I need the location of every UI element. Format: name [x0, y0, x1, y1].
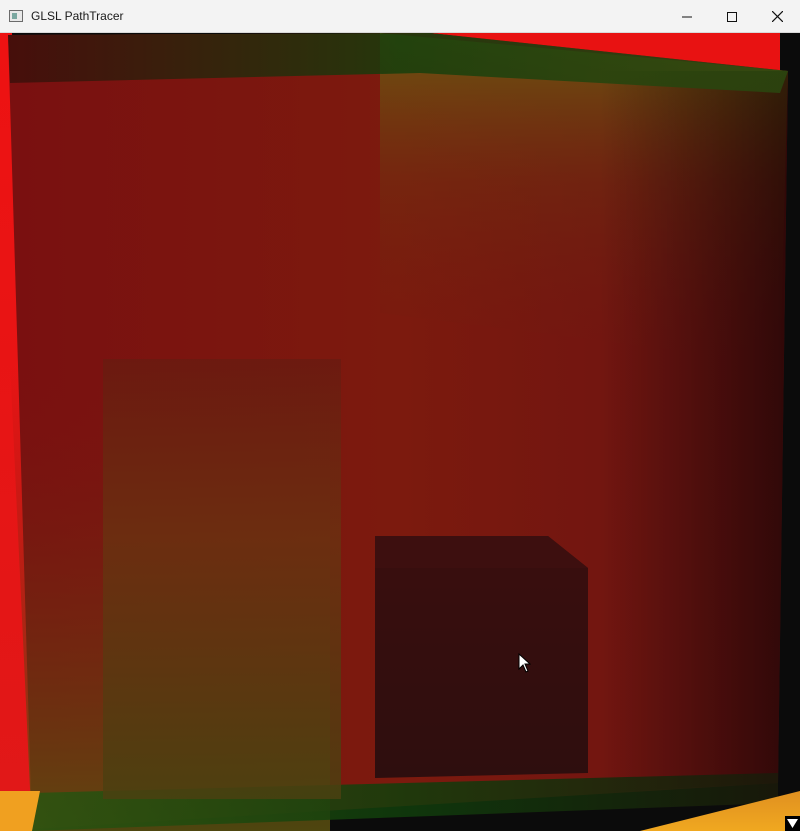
maximize-icon	[727, 11, 737, 22]
window-title: GLSL PathTracer	[31, 9, 124, 23]
back-wall-shadow	[600, 71, 788, 793]
minimize-icon	[682, 16, 692, 17]
dropdown-toggle[interactable]	[785, 816, 800, 831]
app-icon	[9, 10, 23, 22]
render-viewport[interactable]	[0, 33, 800, 831]
tall-box	[103, 359, 341, 799]
triangle-down-icon	[787, 819, 798, 828]
short-box	[375, 536, 588, 778]
minimize-button[interactable]	[664, 0, 710, 33]
close-button[interactable]	[754, 0, 800, 33]
close-icon	[771, 11, 783, 22]
title-bar[interactable]: GLSL PathTracer	[0, 0, 800, 33]
mouse-cursor-icon	[518, 653, 531, 673]
path-traced-scene	[0, 33, 800, 831]
app-window: GLSL PathTracer	[0, 0, 800, 831]
maximize-button[interactable]	[709, 0, 755, 33]
